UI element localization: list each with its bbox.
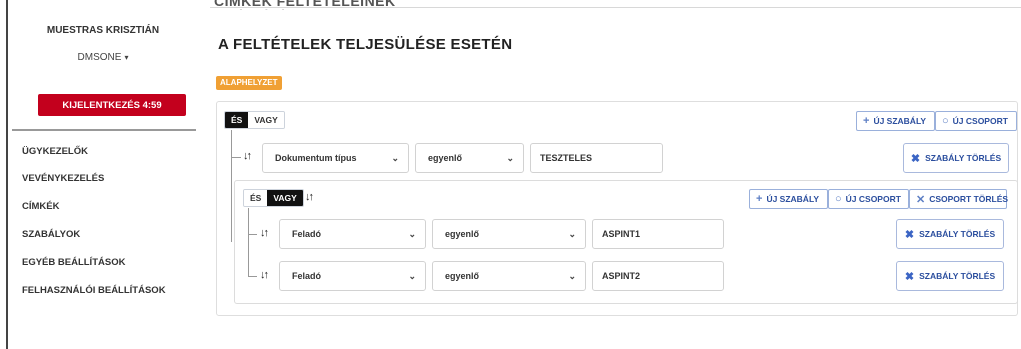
close-icon: ✕ — [916, 193, 926, 206]
sub-new-group-button[interactable]: ○ ÚJ CSOPORT — [828, 189, 909, 209]
rule-delete-label: SZABÁLY TÖRLÉS — [919, 271, 996, 281]
chevron-down-icon: ▾ — [124, 53, 129, 62]
rule-value-input[interactable]: ASPINT2 — [592, 261, 724, 291]
sub-delete-group-button[interactable]: ✕ CSOPORT TÖRLÉS — [909, 189, 1009, 209]
tree-connector — [248, 276, 257, 277]
new-rule-label: ÚJ SZABÁLY — [873, 116, 927, 126]
rule-operator-value: egyenlő — [445, 229, 480, 239]
chevron-down-icon: ⌄ — [568, 229, 576, 239]
tree-connector — [231, 130, 232, 242]
circle-icon: ○ — [835, 193, 842, 205]
sort-arrows-icon[interactable]: ↓↑ — [260, 227, 269, 239]
close-icon: ✖ — [910, 152, 921, 165]
rule-delete-label: SZABÁLY TÖRLÉS — [925, 153, 1002, 163]
root-or-button[interactable]: VAGY — [248, 112, 284, 128]
close-icon: ✖ — [904, 228, 915, 241]
chevron-down-icon: ⌄ — [408, 271, 416, 281]
rule-operator-select[interactable]: egyenlő ⌄ — [415, 143, 524, 173]
rule-operator-value: egyenlő — [428, 153, 463, 163]
rule-delete-button[interactable]: ✖ SZABÁLY TÖRLÉS — [903, 143, 1009, 173]
rule-value-input[interactable]: ASPINT1 — [592, 219, 724, 249]
logout-button[interactable]: KIJELENTKEZÉS 4:59 — [38, 94, 186, 116]
sub-or-button[interactable]: VAGY — [267, 190, 303, 206]
sidebar-item-felhasznaloi-beallitasok[interactable]: FELHASZNÁLÓI BEÁLLÍTÁSOK — [22, 285, 166, 313]
rule-field-select[interactable]: Feladó ⌄ — [279, 219, 426, 249]
sidebar-item-egyeb-beallitasok[interactable]: EGYÉB BEÁLLÍTÁSOK — [22, 257, 166, 285]
rule-delete-button[interactable]: ✖ SZABÁLY TÖRLÉS — [896, 261, 1004, 291]
circle-icon: ○ — [942, 115, 949, 127]
tree-connector — [248, 208, 249, 276]
plus-icon: + — [863, 115, 870, 127]
tree-connector — [231, 157, 241, 158]
rule-field-select[interactable]: Feladó ⌄ — [279, 261, 426, 291]
root-and-button[interactable]: ÉS — [225, 112, 249, 128]
close-icon: ✖ — [904, 270, 915, 283]
org-label: DMSONE — [77, 52, 122, 63]
sidebar-item-cimkek[interactable]: CÍMKÉK — [22, 201, 166, 229]
rule-value-input[interactable]: TESZTELES — [530, 143, 663, 173]
rule-delete-label: SZABÁLY TÖRLÉS — [919, 229, 996, 239]
root-new-group-button[interactable]: ○ ÚJ CSOPORT — [935, 111, 1017, 131]
rule-delete-button[interactable]: ✖ SZABÁLY TÖRLÉS — [896, 219, 1004, 249]
page-title: A FELTÉTELEK TELJESÜLÉSE ESETÉN — [218, 36, 513, 53]
sort-arrows-icon[interactable]: ↓↑ — [260, 269, 269, 281]
user-name: MUESTRAS KRISZTIÁN — [46, 25, 160, 36]
rule-field-select[interactable]: Dokumentum típus ⌄ — [262, 143, 409, 173]
sort-arrows-icon[interactable]: ↓↑ — [305, 191, 314, 203]
rule-field-value: Dokumentum típus — [275, 153, 357, 163]
section-title-cropped: CÍMKÉK FELTÉTELEINEK BEÁLLÍTÁSA — [214, 0, 396, 10]
new-rule-label: ÚJ SZABÁLY — [766, 194, 820, 204]
sub-new-rule-button[interactable]: + ÚJ SZABÁLY — [749, 189, 828, 209]
delete-group-label: CSOPORT TÖRLÉS — [929, 194, 1009, 204]
new-group-label: ÚJ CSOPORT — [952, 116, 1008, 126]
sidebar-item-szabalyok[interactable]: SZABÁLYOK — [22, 229, 166, 257]
org-selector[interactable]: DMSONE ▾ — [8, 52, 198, 63]
rule-field-value: Feladó — [292, 229, 322, 239]
sort-arrows-icon[interactable]: ↓↑ — [243, 150, 252, 162]
chevron-down-icon: ⌄ — [391, 153, 399, 163]
root-logic-toggle: ÉS VAGY — [224, 111, 285, 129]
rule-field-value: Feladó — [292, 271, 322, 281]
chevron-down-icon: ⌄ — [568, 271, 576, 281]
sidebar-divider — [12, 129, 196, 131]
tree-connector — [248, 234, 257, 235]
sidebar-item-ugykezelok[interactable]: ÜGYKEZELŐK — [22, 146, 166, 173]
rule-operator-select[interactable]: egyenlő ⌄ — [432, 261, 586, 291]
new-group-label: ÚJ CSOPORT — [845, 194, 901, 204]
sub-logic-toggle: ÉS VAGY — [243, 189, 304, 207]
default-badge: ALAPHELYZET — [216, 76, 282, 90]
sidebar-menu: ÜGYKEZELŐK VEVÉNYKEZELÉS CÍMKÉK SZABÁLYO… — [22, 146, 166, 313]
plus-icon: + — [756, 193, 763, 205]
rule-operator-select[interactable]: egyenlő ⌄ — [432, 219, 586, 249]
rule-operator-value: egyenlő — [445, 271, 480, 281]
window-edge — [0, 0, 8, 349]
sub-and-button[interactable]: ÉS — [244, 190, 268, 206]
chevron-down-icon: ⌄ — [506, 153, 514, 163]
root-new-rule-button[interactable]: + ÚJ SZABÁLY — [856, 111, 935, 131]
sidebar-item-vevenykezeles[interactable]: VEVÉNYKEZELÉS — [22, 173, 166, 201]
chevron-down-icon: ⌄ — [408, 229, 416, 239]
